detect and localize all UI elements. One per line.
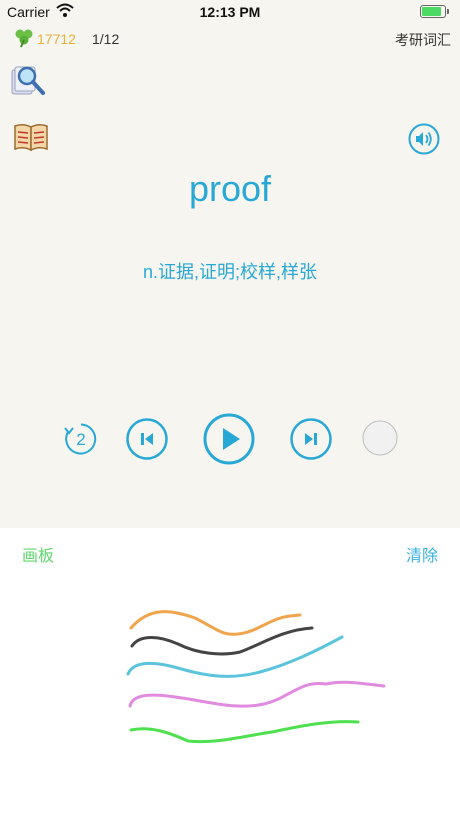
wordbook-selector[interactable]: 考研词汇	[395, 30, 451, 50]
word-definition: n.证据,证明;校样,样张	[142, 262, 317, 282]
play-button[interactable]	[203, 413, 255, 465]
repeat-count: 2	[76, 430, 85, 449]
stroke-pink	[128, 680, 386, 708]
skip-back-icon	[126, 418, 168, 460]
repeat-button[interactable]: 2	[64, 422, 98, 456]
score-count: 17712	[37, 31, 76, 47]
play-icon	[203, 413, 255, 465]
battery-icon	[420, 5, 449, 18]
skip-forward-icon	[290, 418, 332, 460]
speaker-button[interactable]	[408, 123, 440, 155]
stroke-green	[129, 720, 360, 744]
stroke-orange	[129, 610, 302, 636]
clear-button[interactable]: 清除	[406, 542, 438, 566]
progress-counter: 1/12	[92, 31, 120, 47]
record-circle-icon	[362, 420, 398, 456]
repeat-icon: 2	[64, 423, 97, 455]
clover-icon	[13, 28, 35, 51]
word-title: proof	[188, 168, 272, 209]
playback-controls: 2	[0, 413, 460, 465]
clock: 12:13 PM	[199, 4, 261, 20]
search-icon[interactable]	[10, 62, 46, 98]
top-row: 17712 1/12 考研词汇	[0, 28, 460, 50]
next-button[interactable]	[290, 418, 332, 460]
previous-button[interactable]	[126, 418, 168, 460]
board-label: 画板	[22, 548, 55, 565]
drawing-board: 画板 清除	[0, 528, 460, 818]
status-bar: Carrier 12:13 PM	[0, 0, 460, 22]
speaker-icon	[408, 123, 440, 155]
stroke-cyan	[126, 635, 344, 678]
drawing-canvas[interactable]	[0, 588, 460, 818]
dictionary-icon[interactable]	[13, 122, 49, 152]
record-button[interactable]	[362, 420, 398, 456]
